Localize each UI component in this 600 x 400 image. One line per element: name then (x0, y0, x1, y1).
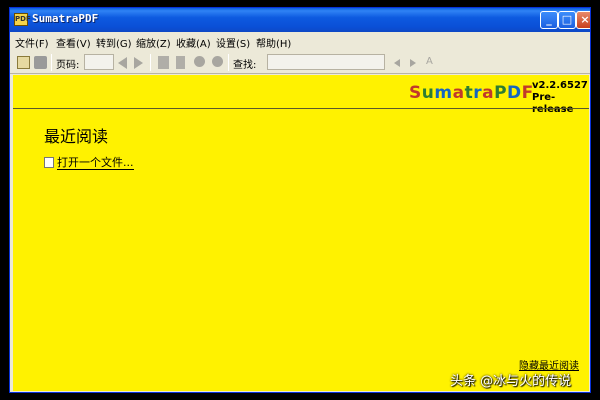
open-file-link[interactable]: 打开一个文件... (57, 156, 134, 170)
fit-page-icon[interactable] (158, 56, 169, 69)
menu-view[interactable]: 查看(V) (56, 35, 91, 50)
logo-letter: a (482, 83, 495, 103)
zoom-out-icon[interactable] (194, 56, 205, 67)
file-icon (44, 157, 54, 168)
menu-file[interactable]: 文件(F) (15, 35, 49, 50)
menu-settings[interactable]: 设置(S) (216, 35, 250, 50)
logo-letter: D (507, 83, 522, 103)
toolbar-separator (51, 54, 52, 71)
sumatra-logo: SumatraPDF (409, 83, 534, 103)
minimize-button[interactable]: _ (540, 11, 558, 29)
window-title: SumatraPDF (32, 12, 99, 25)
header-divider (13, 108, 589, 109)
next-page-icon[interactable] (134, 57, 143, 69)
logo-letter: t (464, 83, 474, 103)
menu-help[interactable]: 帮助(H) (256, 35, 291, 50)
menu-favorites[interactable]: 收藏(A) (176, 35, 211, 50)
find-input[interactable] (267, 54, 385, 70)
find-next-icon[interactable] (410, 59, 416, 67)
print-icon[interactable] (34, 56, 47, 69)
version-info: v2.2.6527 Pre-release (532, 80, 589, 116)
menu-goto[interactable]: 转到(G) (96, 35, 132, 50)
release-label: Pre-release (532, 92, 574, 115)
title-bar[interactable]: PDF SumatraPDF _ □ × (10, 8, 590, 32)
watermark: 头条 @冰与火的传说 (450, 374, 572, 389)
prev-page-icon[interactable] (118, 57, 127, 69)
page-label: 页码: (56, 60, 80, 71)
close-button[interactable]: × (576, 11, 590, 29)
logo-letter: m (434, 83, 453, 103)
toolbar-separator (150, 54, 151, 71)
zoom-in-icon[interactable] (212, 56, 223, 67)
sumatra-window: PDF SumatraPDF _ □ × 文件(F) 查看(V) 转到(G) 缩… (9, 7, 591, 393)
page-number-input[interactable] (84, 54, 114, 70)
menu-zoom[interactable]: 缩放(Z) (136, 35, 171, 50)
maximize-button[interactable]: □ (558, 11, 576, 29)
open-icon[interactable] (17, 56, 30, 69)
match-case-icon[interactable]: A (426, 57, 437, 67)
app-icon: PDF (14, 13, 31, 26)
find-prev-icon[interactable] (394, 59, 400, 67)
toolbar: 页码: 查找: A (10, 51, 590, 74)
menu-bar: 文件(F) 查看(V) 转到(G) 缩放(Z) 收藏(A) 设置(S) 帮助(H… (10, 32, 590, 51)
logo-letter: r (473, 83, 483, 103)
fit-width-icon[interactable] (176, 56, 185, 69)
logo-letter: S (409, 83, 422, 103)
content-area: SumatraPDF v2.2.6527 Pre-release 最近阅读 打开… (13, 75, 589, 391)
logo-letter: P (494, 83, 508, 103)
toolbar-separator (228, 54, 229, 71)
logo-letter: a (452, 83, 465, 103)
logo-letter: u (421, 83, 435, 103)
find-label: 查找: (233, 60, 257, 71)
version-number: v2.2.6527 (532, 80, 588, 91)
recent-title: 最近阅读 (44, 127, 109, 146)
